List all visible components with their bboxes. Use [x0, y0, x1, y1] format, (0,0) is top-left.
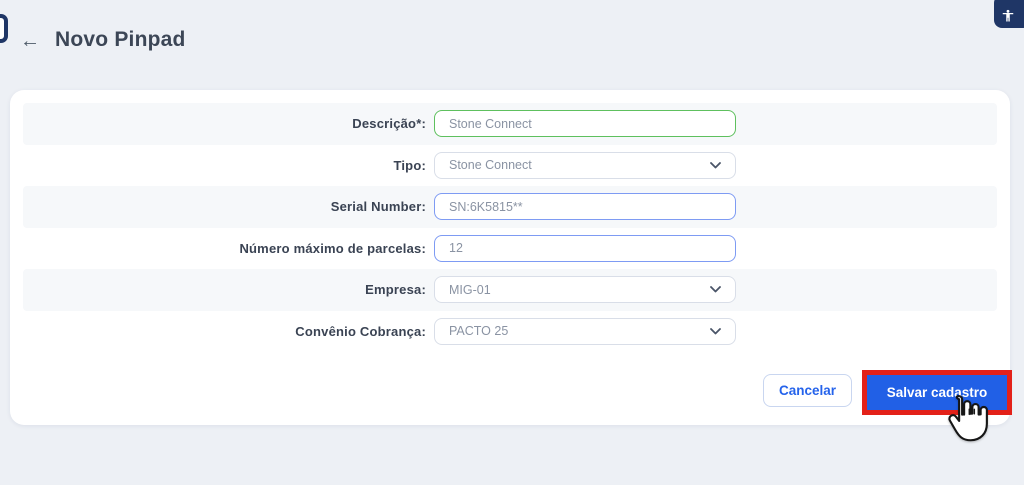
form-row-empresa: Empresa: MIG-01 — [23, 269, 997, 311]
form-actions: Cancelar Salvar cadastro — [10, 374, 1010, 420]
chevron-down-icon — [710, 162, 721, 169]
save-button[interactable]: Salvar cadastro — [867, 375, 1007, 410]
empresa-label: Empresa: — [23, 282, 434, 297]
back-arrow-icon[interactable]: ← — [20, 31, 40, 51]
form-card: Descrição*: Tipo: Stone Connect Serial N… — [10, 90, 1010, 425]
form-row-convenio-cobranca: Convênio Cobrança: PACTO 25 — [23, 311, 997, 353]
convenio-cobranca-select[interactable]: PACTO 25 — [434, 318, 736, 345]
convenio-cobranca-label: Convênio Cobrança: — [23, 324, 434, 339]
descricao-input[interactable] — [434, 110, 736, 137]
tipo-select[interactable]: Stone Connect — [434, 152, 736, 179]
form-row-descricao: Descrição*: — [23, 103, 997, 145]
convenio-cobranca-selected-value: PACTO 25 — [449, 324, 508, 338]
cancel-button[interactable]: Cancelar — [763, 374, 852, 407]
serial-number-input[interactable] — [434, 193, 736, 220]
accessibility-person-icon — [1001, 9, 1015, 23]
serial-number-label: Serial Number: — [23, 199, 434, 214]
page-title: Novo Pinpad — [55, 28, 186, 52]
accessibility-button[interactable] — [994, 0, 1024, 28]
page: ← Novo Pinpad Descrição*: Tipo: Stone Co… — [0, 0, 1024, 485]
numero-maximo-parcelas-input[interactable] — [434, 235, 736, 262]
tipo-label: Tipo: — [23, 158, 434, 173]
chevron-down-icon — [710, 328, 721, 335]
numero-maximo-parcelas-label: Número máximo de parcelas: — [23, 241, 434, 256]
annotation-red-box: Salvar cadastro — [862, 370, 1012, 415]
form-row-tipo: Tipo: Stone Connect — [23, 145, 997, 187]
tipo-selected-value: Stone Connect — [449, 158, 532, 172]
edge-cutoff-button[interactable] — [0, 14, 8, 43]
descricao-label: Descrição*: — [23, 116, 434, 131]
form-row-serial-number: Serial Number: — [23, 186, 997, 228]
empresa-select[interactable]: MIG-01 — [434, 276, 736, 303]
empresa-selected-value: MIG-01 — [449, 283, 491, 297]
chevron-down-icon — [710, 286, 721, 293]
form-row-numero-maximo-parcelas: Número máximo de parcelas: — [23, 228, 997, 270]
